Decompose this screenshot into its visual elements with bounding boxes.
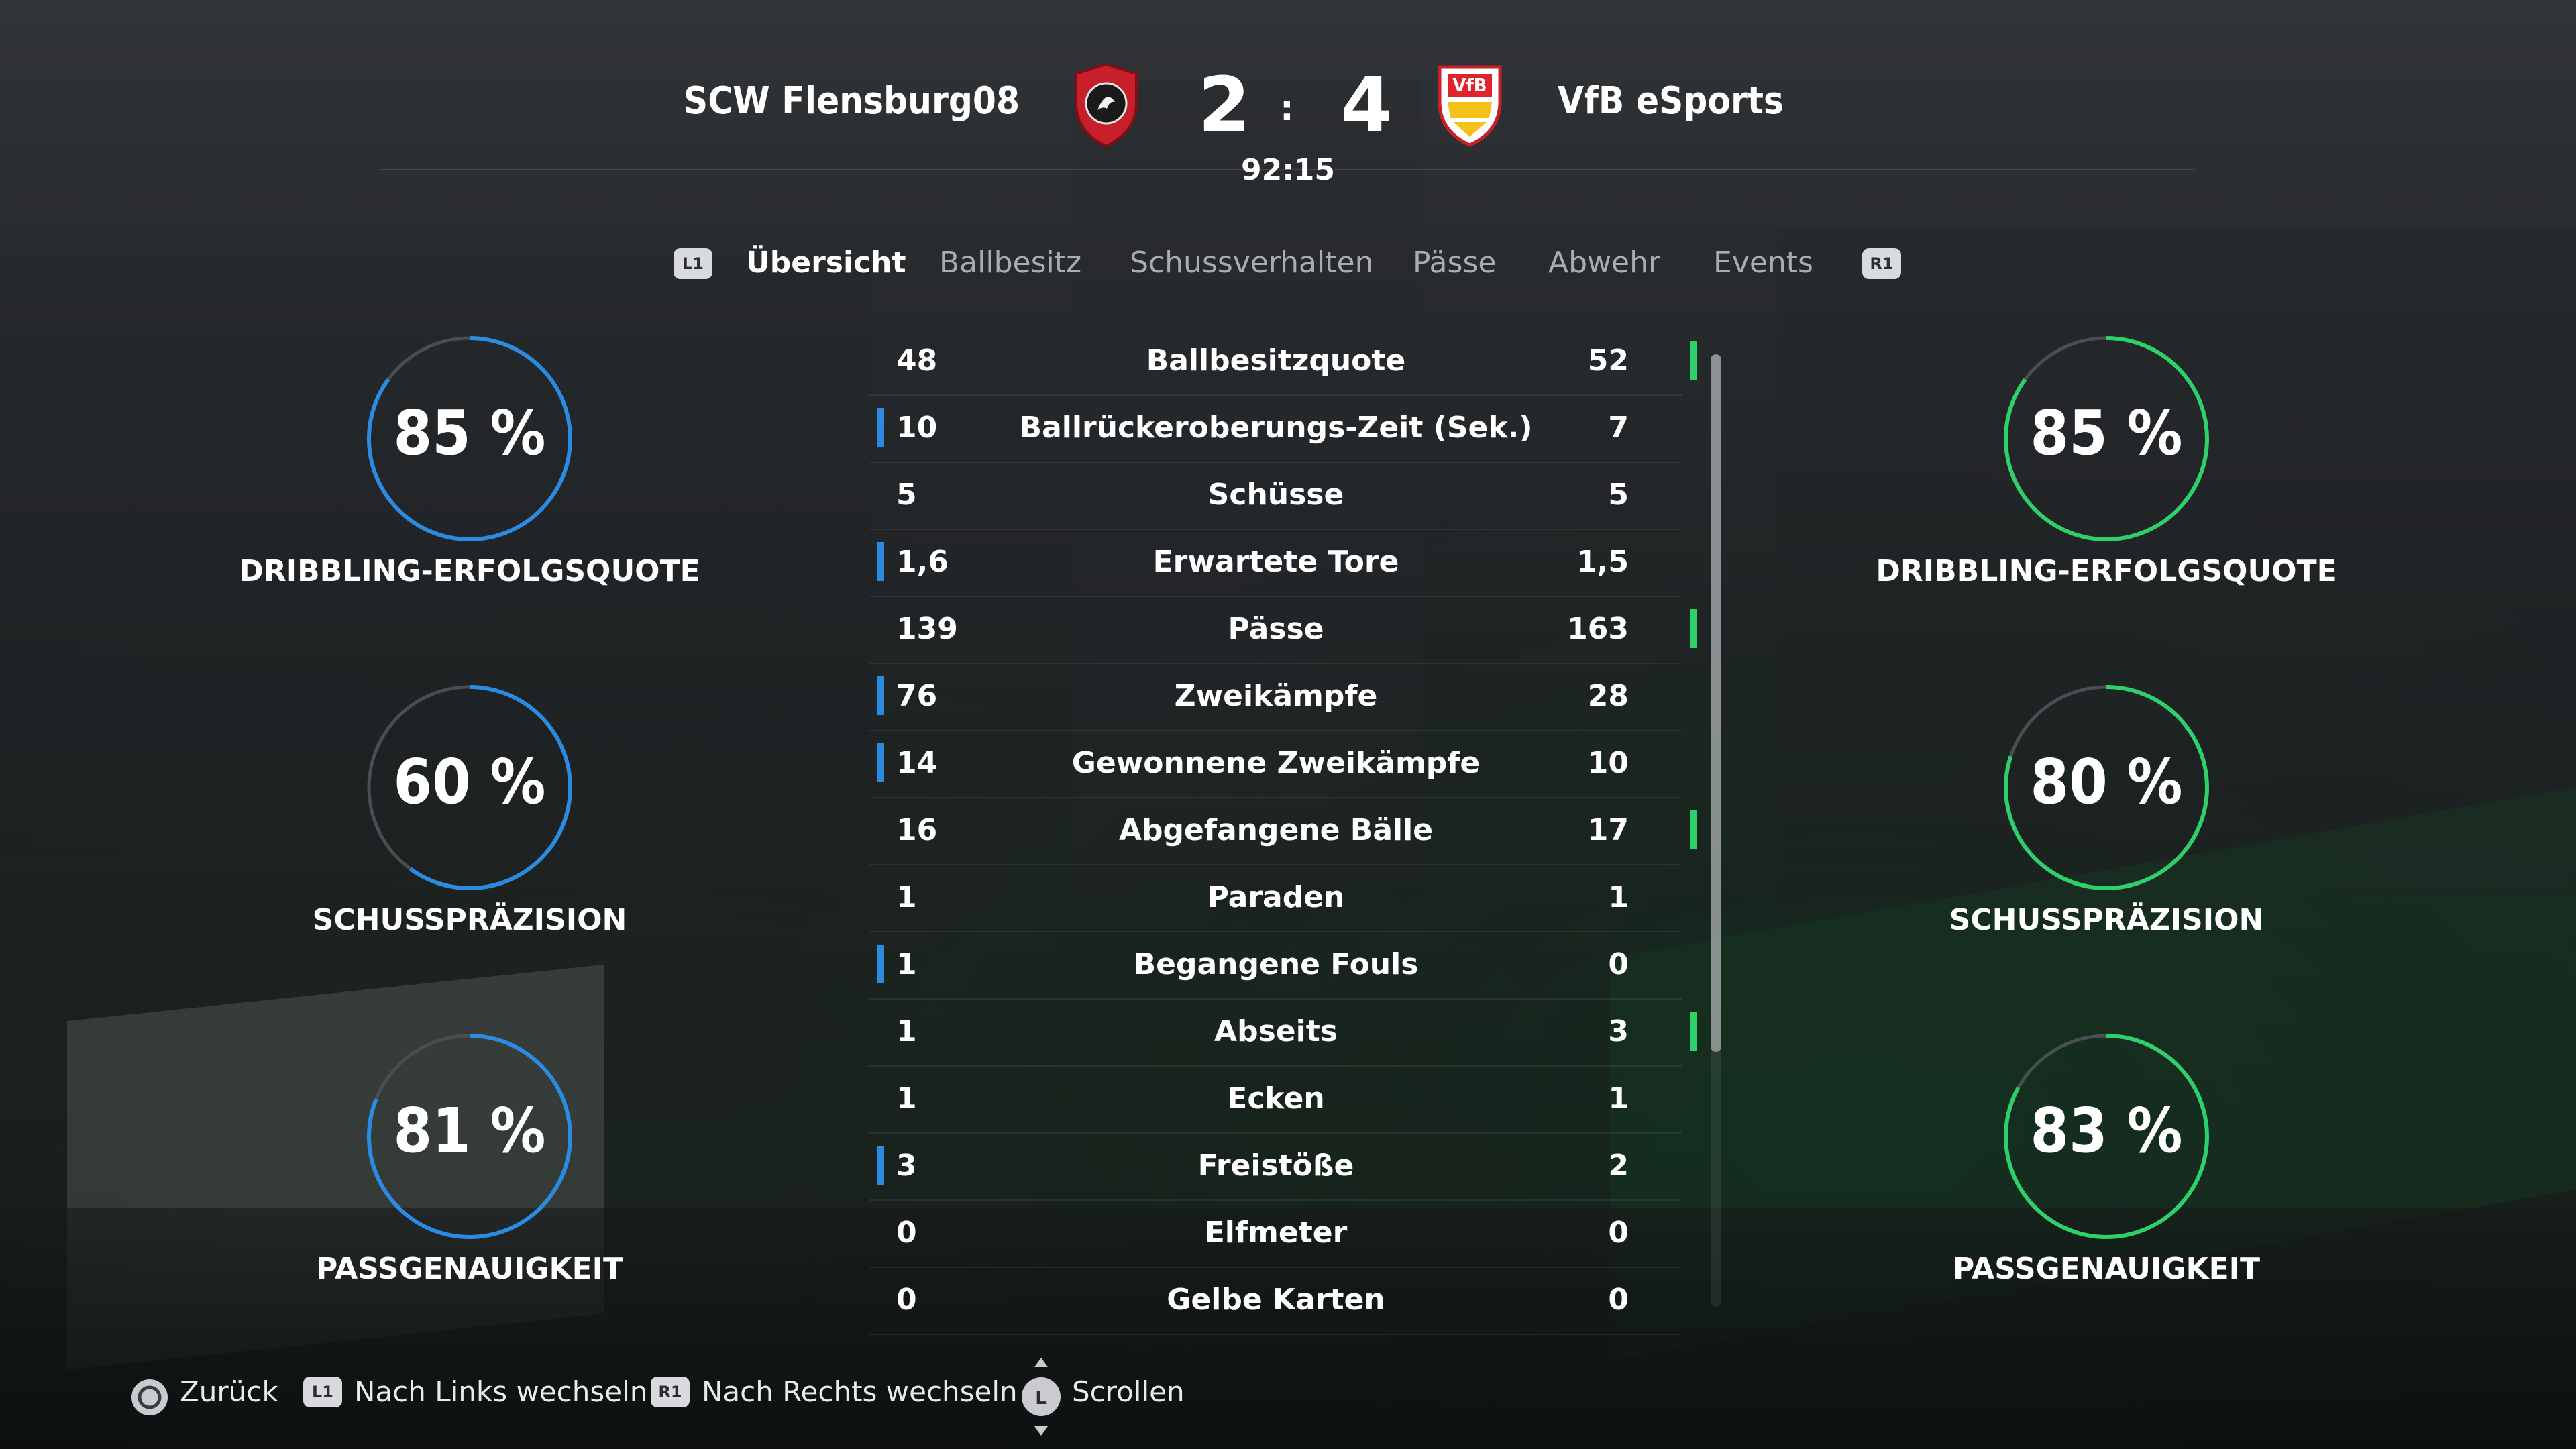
away-pass-accuracy-value: 83 % (2030, 1095, 2183, 1167)
r1-button-icon[interactable]: R1 (1862, 248, 1901, 279)
away-pass-accuracy-stat: 83 % PASSGENAUIGKEIT (1872, 1033, 2341, 1342)
stat-name: Erwartete Tore (1152, 545, 1399, 579)
away-shot-accuracy-value: 80 % (2030, 746, 2183, 818)
away-team-crest-icon: VfB (1433, 62, 1507, 149)
away-dribbling-stat: 85 % DRIBBLING-ERFOLGSQUOTE (1872, 335, 2341, 644)
away-team-name: VfB eSports (1558, 79, 1784, 123)
stat-name: Begangene Fouls (1133, 947, 1419, 981)
circle-button-icon[interactable] (129, 1377, 170, 1421)
home-pass-accuracy-value: 81 % (393, 1095, 546, 1167)
away-leader-bar (1690, 609, 1697, 648)
stat-name: Pässe (1228, 612, 1324, 646)
stats-scrollbar[interactable] (1711, 354, 1721, 1307)
stats-tab-bar: L1 Übersicht Ballbesitz Schussverhalten … (0, 246, 2576, 292)
stats-table[interactable]: 48 Ballbesitzquote 52 10 Ballrückeroberungs… (869, 329, 1697, 1335)
stat-row: 5 Schüsse 5 (869, 463, 1682, 530)
switch-left-hint-label[interactable]: Nach Links wechseln (354, 1375, 647, 1408)
stat-row: 14 Gewonnene Zweikämpfe 10 (869, 731, 1682, 798)
stat-row: 48 Ballbesitzquote 52 (869, 329, 1697, 396)
home-pass-accuracy-stat: 81 % PASSGENAUIGKEIT (235, 1033, 704, 1342)
home-pass-accuracy-label: PASSGENAUIGKEIT (315, 1252, 624, 1286)
stat-away-value: 7 (1608, 411, 1629, 445)
away-score: 4 (1340, 62, 1393, 149)
tab-ballbesitz[interactable]: Ballbesitz (939, 246, 1081, 280)
home-shot-accuracy-stat: 60 % SCHUSSPRÄZISION (235, 684, 704, 993)
away-shot-accuracy-stat: 80 % SCHUSSPRÄZISION (1872, 684, 2341, 993)
controller-hints: Zurück L1 Nach Links wechseln R1 Nach Re… (0, 1358, 2576, 1436)
back-hint-label[interactable]: Zurück (180, 1375, 278, 1408)
tab-schussverhalten[interactable]: Schussverhalten (1130, 246, 1373, 280)
stat-name: Schüsse (1208, 478, 1344, 512)
home-shot-accuracy-label: SCHUSSPRÄZISION (312, 903, 627, 937)
home-dribbling-stat: 85 % DRIBBLING-ERFOLGSQUOTE (235, 335, 704, 644)
away-leader-bar (1690, 1012, 1697, 1051)
stat-away-value: 1,5 (1576, 545, 1629, 579)
home-shot-accuracy-value: 60 % (393, 746, 546, 818)
score-separator: : (1280, 89, 1294, 129)
stat-away-value: 2 (1608, 1148, 1629, 1183)
stat-away-value: 163 (1567, 612, 1629, 646)
switch-right-hint-label[interactable]: Nach Rechts wechseln (702, 1375, 1018, 1408)
stat-row: 0 Elfmeter 0 (869, 1201, 1682, 1268)
tab-uebersicht[interactable]: Übersicht (746, 246, 906, 280)
away-dribbling-label: DRIBBLING-ERFOLGSQUOTE (1876, 554, 2337, 588)
stat-away-value: 1 (1608, 1081, 1629, 1116)
stat-away-value: 5 (1608, 478, 1629, 512)
stat-name: Ballrückeroberungs-Zeit (Sek.) (1019, 411, 1533, 445)
stat-name: Ecken (1227, 1081, 1325, 1116)
stat-away-value: 0 (1608, 1216, 1629, 1250)
stat-away-value: 0 (1608, 947, 1629, 981)
stat-away-value: 10 (1587, 746, 1629, 780)
l1-hint-button-icon[interactable]: L1 (303, 1377, 342, 1407)
home-team-crest-icon (1069, 62, 1143, 149)
stat-row: 76 Zweikämpfe 28 (869, 664, 1682, 731)
away-shot-accuracy-label: SCHUSSPRÄZISION (1949, 903, 2264, 937)
away-dribbling-value: 85 % (2030, 397, 2183, 469)
stat-name: Paraden (1207, 880, 1345, 914)
stat-row: 0 Gelbe Karten 0 (869, 1268, 1682, 1335)
stat-row: 1 Ecken 1 (869, 1067, 1682, 1134)
stat-away-value: 1 (1608, 880, 1629, 914)
scroll-hint-label[interactable]: Scrollen (1072, 1375, 1185, 1408)
stat-name: Zweikämpfe (1174, 679, 1378, 713)
header-divider (380, 169, 2195, 170)
l1-button-icon[interactable]: L1 (674, 248, 712, 279)
stat-name: Ballbesitzquote (1146, 343, 1406, 378)
stat-name: Abgefangene Bälle (1118, 813, 1434, 847)
stat-name: Abseits (1214, 1014, 1338, 1049)
stats-scrollbar-thumb[interactable] (1711, 354, 1721, 1052)
stat-away-value: 17 (1587, 813, 1629, 847)
stat-away-value: 3 (1608, 1014, 1629, 1049)
home-team-name: SCW Flensburg08 (683, 79, 1020, 123)
tab-events[interactable]: Events (1713, 246, 1813, 280)
stat-name: Freistöße (1197, 1148, 1354, 1183)
home-score: 2 (1198, 62, 1250, 149)
stat-row: 1,6 Erwartete Tore 1,5 (869, 530, 1682, 597)
stat-row: 10 Ballrückeroberungs-Zeit (Sek.) 7 (869, 396, 1682, 463)
r1-hint-button-icon[interactable]: R1 (651, 1377, 690, 1407)
stat-away-value: 52 (1587, 343, 1629, 378)
stat-away-value: 0 (1608, 1283, 1629, 1317)
stat-row: 139 Pässe 163 (869, 597, 1697, 664)
away-pass-accuracy-label: PASSGENAUIGKEIT (1952, 1252, 2261, 1286)
tab-paesse[interactable]: Pässe (1413, 246, 1496, 280)
home-dribbling-value: 85 % (393, 397, 546, 469)
stick-button-label: L (1035, 1387, 1047, 1409)
stat-row: 16 Abgefangene Bälle 17 (869, 798, 1697, 865)
stat-row: 3 Freistöße 2 (869, 1134, 1682, 1201)
stat-row: 1 Begangene Fouls 0 (869, 932, 1682, 1000)
stat-row: 1 Abseits 3 (869, 1000, 1697, 1067)
stat-name: Gelbe Karten (1167, 1283, 1385, 1317)
tab-abwehr[interactable]: Abwehr (1548, 246, 1660, 280)
left-stick-icon[interactable]: L (1020, 1355, 1063, 1441)
away-leader-bar (1690, 810, 1697, 849)
home-dribbling-label: DRIBBLING-ERFOLGSQUOTE (239, 554, 700, 588)
svg-text:VfB: VfB (1452, 76, 1487, 96)
away-leader-bar (1690, 341, 1697, 380)
stat-row: 1 Paraden 1 (869, 865, 1682, 932)
stat-name: Elfmeter (1204, 1216, 1348, 1250)
stat-name: Gewonnene Zweikämpfe (1071, 746, 1481, 780)
stat-away-value: 28 (1587, 679, 1629, 713)
